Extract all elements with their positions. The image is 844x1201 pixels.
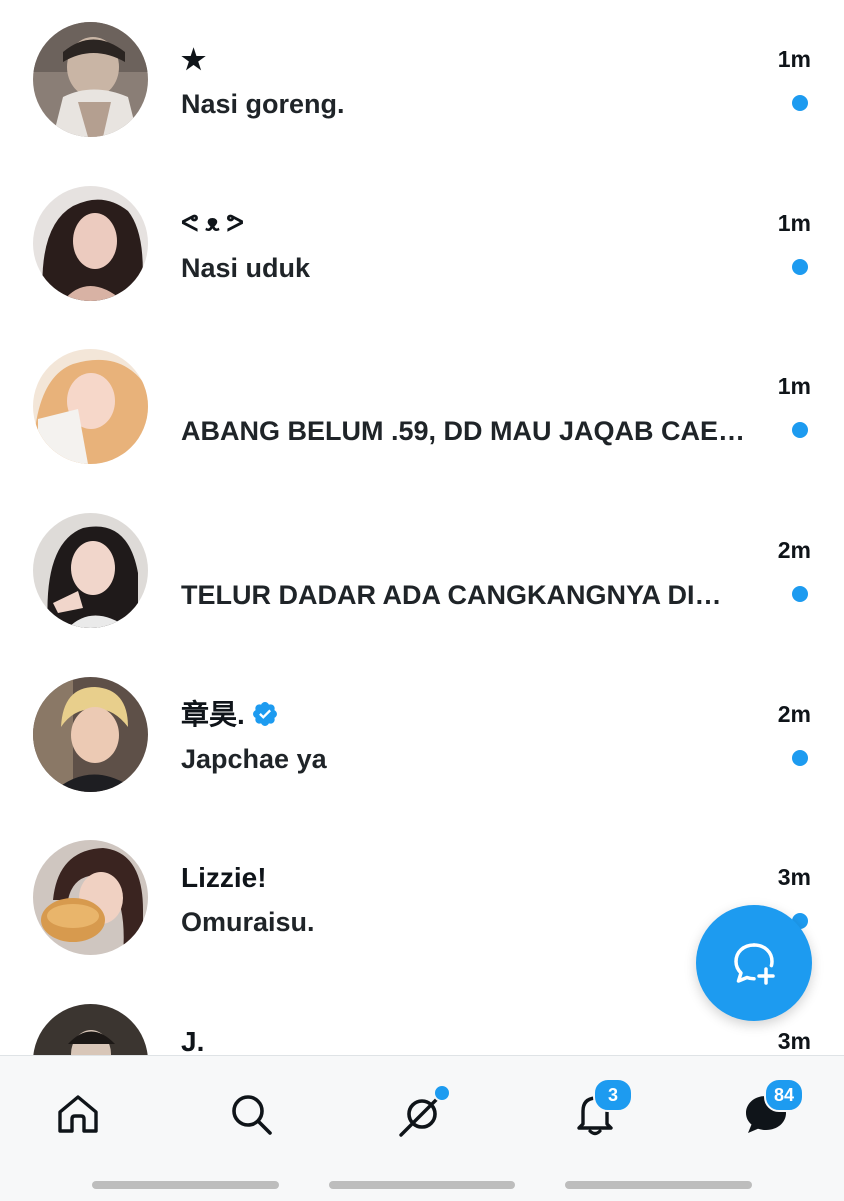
home-indicator (92, 1181, 279, 1189)
avatar[interactable] (33, 22, 148, 137)
avatar[interactable] (33, 1004, 148, 1056)
conversation-row[interactable]: ᕙ ᴥ ᕗ Nasi uduk 1m (0, 164, 844, 327)
unread-dot (792, 259, 808, 275)
tab-notifications[interactable]: 3 (571, 1078, 633, 1138)
verified-badge-icon (252, 702, 277, 726)
conversation-name: J. (181, 1026, 205, 1056)
messages-badge: 84 (764, 1078, 804, 1112)
conversation-preview: Nasi uduk (181, 253, 311, 283)
conversation-row[interactable]: ABANG BELUM .59, DD MAU JAQAB CAE… 1m (0, 327, 844, 490)
conversation-name: ★ (181, 44, 207, 75)
avatar[interactable] (33, 186, 148, 301)
conversation-time: 3m (777, 1028, 811, 1054)
conversation-row[interactable]: TELUR DADAR ADA CANGKANGNYA DI… 2m (0, 491, 844, 654)
tab-messages[interactable]: 84 (742, 1078, 804, 1138)
conversation-preview: ABANG BELUM .59, DD MAU JAQAB CAE… (181, 416, 746, 446)
notifications-badge: 3 (593, 1078, 633, 1112)
home-indicator (329, 1181, 515, 1189)
bottom-tab-bar: 3 84 (0, 1055, 844, 1201)
conversation-list: ★ Nasi goreng. 1m ᕙ ᴥ ᕗ Nasi uduk 1m ABA… (0, 0, 844, 1056)
home-icon (58, 1095, 98, 1133)
conversation-name: ᕙ ᴥ ᕗ (181, 210, 244, 237)
conversation-time: 1m (777, 210, 811, 236)
conversation-row[interactable]: 章昊. Japchae ya 2m (0, 655, 844, 818)
grok-indicator-dot (433, 1084, 451, 1102)
avatar[interactable] (33, 513, 148, 628)
conversation-preview: Nasi goreng. (181, 89, 345, 119)
home-indicator (565, 1181, 752, 1189)
new-message-button[interactable] (696, 905, 812, 1021)
conversation-time: 2m (777, 701, 811, 727)
avatar[interactable] (33, 349, 148, 464)
conversation-time: 1m (777, 46, 811, 72)
unread-dot (792, 750, 808, 766)
unread-dot (792, 422, 808, 438)
conversation-time: 3m (777, 864, 811, 890)
avatar[interactable] (33, 677, 148, 792)
conversation-preview: Japchae ya (181, 744, 327, 774)
conversation-preview: Omuraisu. (181, 907, 315, 937)
unread-dot (792, 586, 808, 602)
conversation-time: 2m (777, 537, 811, 563)
avatar[interactable] (33, 840, 148, 955)
search-icon (232, 1095, 272, 1135)
tab-home[interactable] (54, 1090, 102, 1138)
new-message-icon (734, 943, 775, 985)
conversation-time: 1m (777, 373, 811, 399)
tab-grok[interactable] (398, 1084, 451, 1138)
conversation-name: 章昊. (181, 697, 279, 733)
conversation-row[interactable]: ★ Nasi goreng. 1m (0, 0, 844, 163)
unread-dot (792, 95, 808, 111)
conversation-name: Lizzie! (181, 862, 267, 893)
conversation-preview: TELUR DADAR ADA CANGKANGNYA DI… (181, 580, 722, 610)
tab-search[interactable] (227, 1090, 275, 1138)
